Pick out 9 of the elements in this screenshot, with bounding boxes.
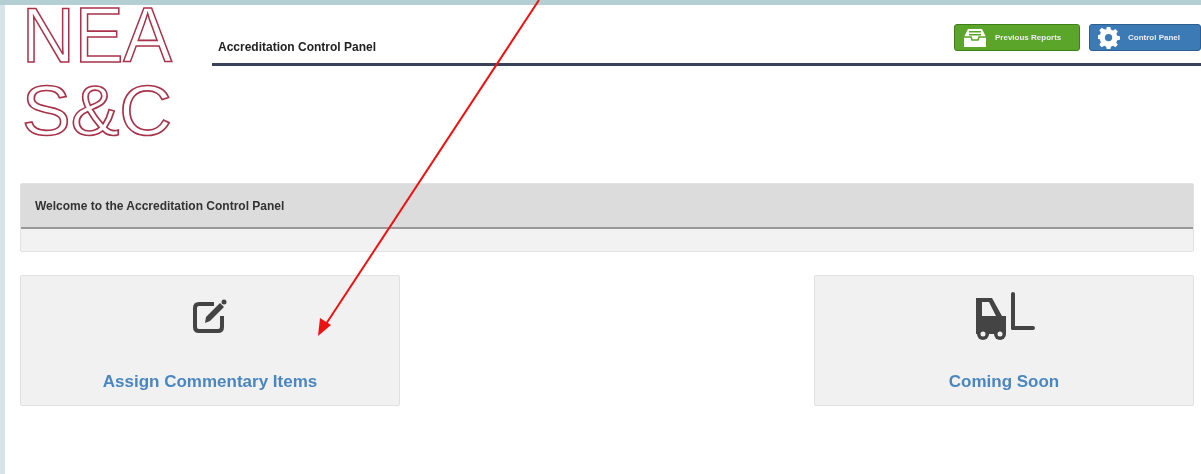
logo: NEA S&C xyxy=(20,0,180,145)
control-panel-button[interactable]: Control Panel xyxy=(1089,24,1201,51)
tile-link[interactable]: Coming Soon xyxy=(948,372,1060,392)
inbox-icon xyxy=(963,27,987,48)
panel-title: Welcome to the Accreditation Control Panel xyxy=(34,198,285,213)
page-title: Accreditation Control Panel xyxy=(217,39,377,54)
reports-button[interactable]: Previous Reports xyxy=(954,24,1080,51)
settings-icon xyxy=(1098,26,1120,49)
tile-link[interactable]: Assign Commentary Items xyxy=(102,372,318,392)
